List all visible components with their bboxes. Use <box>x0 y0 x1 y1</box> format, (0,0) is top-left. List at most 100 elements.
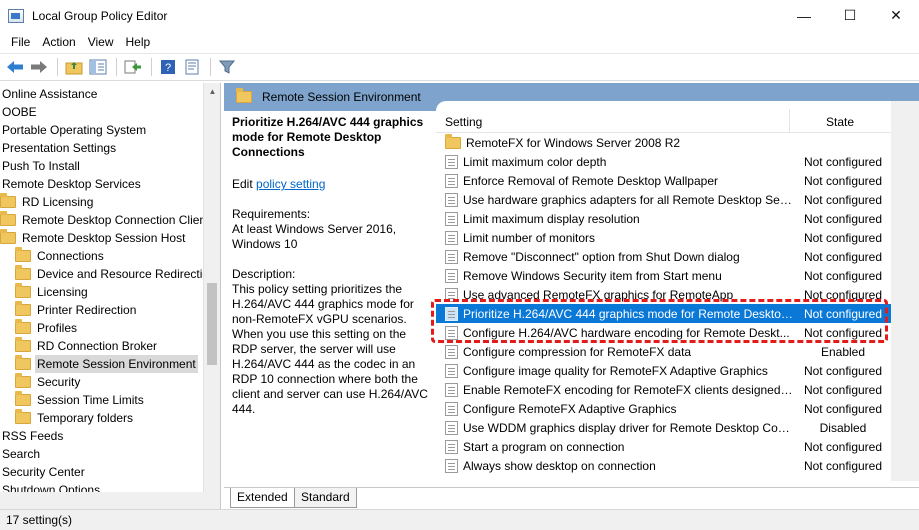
tree-item[interactable]: Temporary folders <box>15 409 135 427</box>
folder-up-icon[interactable] <box>63 56 85 78</box>
tree-item[interactable]: RSS Feeds <box>0 427 65 445</box>
list-item-selected[interactable]: Prioritize H.264/AVC 444 graphics mode f… <box>436 304 897 323</box>
scroll-up-arrow-icon[interactable]: ▲ <box>204 83 220 100</box>
scroll-thumb[interactable] <box>207 283 217 365</box>
edit-line: Edit policy setting <box>232 177 428 192</box>
list-item[interactable]: Limit maximum color depth Not configured <box>436 152 897 171</box>
tree-item[interactable]: RD Licensing <box>0 193 95 211</box>
tree-item[interactable]: Remote Desktop Session Host <box>0 229 187 247</box>
column-divider[interactable] <box>789 109 790 133</box>
setting-name: Configure RemoteFX Adaptive Graphics <box>463 401 677 416</box>
policy-setting-icon <box>445 401 458 416</box>
policy-setting-icon <box>445 249 458 264</box>
forward-icon[interactable] <box>28 56 50 78</box>
tree-item-label: Remote Desktop Services <box>2 177 141 191</box>
tree-item[interactable]: Security <box>15 373 82 391</box>
folder-icon <box>15 373 31 388</box>
help-icon[interactable]: ? <box>157 56 179 78</box>
setting-state: Not configured <box>803 458 883 473</box>
tree-item-label: RD Connection Broker <box>37 339 158 353</box>
tree-vertical-scrollbar[interactable]: ▲ <box>203 83 220 509</box>
properties-icon[interactable] <box>181 56 203 78</box>
tab-standard[interactable]: Standard <box>294 488 357 508</box>
tree-item[interactable]: Profiles <box>15 319 79 337</box>
tree-item[interactable]: Online Assistance <box>0 85 99 103</box>
close-button[interactable]: ✕ <box>873 0 919 31</box>
tree-item[interactable]: Printer Redirection <box>15 301 138 319</box>
folder-icon <box>15 391 31 406</box>
folder-icon <box>0 211 16 226</box>
tree-item[interactable]: Licensing <box>15 283 90 301</box>
requirements-text: At least Windows Server 2016, Windows 10 <box>232 222 397 251</box>
settings-list: Setting State RemoteFX for Windows Serve… <box>436 101 919 481</box>
policy-editor-icon <box>8 8 24 23</box>
list-item[interactable]: Enforce Removal of Remote Desktop Wallpa… <box>436 171 897 190</box>
setting-name: Limit maximum display resolution <box>463 211 640 226</box>
tree-item[interactable]: Presentation Settings <box>0 139 118 157</box>
tree-item-remote-session-environment[interactable]: Remote Session Environment <box>15 355 198 373</box>
minimize-button[interactable]: — <box>781 0 827 31</box>
list-item[interactable]: Configure image quality for RemoteFX Ada… <box>436 361 897 380</box>
column-setting[interactable]: Setting <box>445 115 482 129</box>
list-item[interactable]: Use WDDM graphics display driver for Rem… <box>436 418 897 437</box>
description-pane: Prioritize H.264/AVC 444 graphics mode f… <box>224 111 436 481</box>
tree-item[interactable]: Session Time Limits <box>15 391 146 409</box>
tree-item-label: Remote Session Environment <box>35 355 198 373</box>
tree-horizontal-scrollbar[interactable] <box>0 492 204 509</box>
tree-item[interactable]: RD Connection Broker <box>15 337 159 355</box>
list-item[interactable]: Remove Windows Security item from Start … <box>436 266 897 285</box>
list-item[interactable]: Always show desktop on connection Not con… <box>436 456 897 475</box>
list-item-folder[interactable]: RemoteFX for Windows Server 2008 R2 <box>436 133 897 152</box>
menu-action[interactable]: Action <box>36 35 81 49</box>
back-icon[interactable] <box>4 56 26 78</box>
setting-state: Not configured <box>803 401 883 416</box>
tree-item[interactable]: Portable Operating System <box>0 121 148 139</box>
setting-name: Use hardware graphics adapters for all R… <box>463 192 793 207</box>
menu-view[interactable]: View <box>82 35 120 49</box>
folder-icon <box>0 193 16 208</box>
list-item[interactable]: Limit number of monitors Not configured <box>436 228 897 247</box>
tree-item-label: OOBE <box>2 105 37 119</box>
list-item[interactable]: Start a program on connection Not configu… <box>436 437 897 456</box>
settings-pane: Remote Session Environment Prioritize H.… <box>224 83 919 509</box>
folder-open-icon <box>15 355 31 370</box>
description-label: Description: <box>232 267 296 281</box>
tab-extended[interactable]: Extended <box>230 488 295 508</box>
list-item[interactable]: Enable RemoteFX encoding for RemoteFX cl… <box>436 380 897 399</box>
tree-item[interactable]: Push To Install <box>0 157 82 175</box>
list-item[interactable]: Use advanced RemoteFX graphics for Remot… <box>436 285 897 304</box>
setting-name: Configure compression for RemoteFX data <box>463 344 692 359</box>
folder-icon <box>15 301 31 316</box>
list-item[interactable]: Configure compression for RemoteFX data E… <box>436 342 897 361</box>
toolbar-separator <box>57 58 58 76</box>
list-item[interactable]: Limit maximum display resolution Not conf… <box>436 209 897 228</box>
maximize-button[interactable]: ☐ <box>827 0 873 31</box>
section-title: Remote Session Environment <box>262 90 421 104</box>
menu-bar: File Action View Help <box>0 31 919 53</box>
column-state[interactable]: State <box>826 115 854 129</box>
policy-setting-icon <box>445 439 458 454</box>
menu-help[interactable]: Help <box>120 35 157 49</box>
tree-item[interactable]: OOBE <box>0 103 39 121</box>
tree-item[interactable]: Security Center <box>0 463 87 481</box>
toolbar-separator <box>116 58 117 76</box>
tree-item[interactable]: Remote Desktop Connection Client <box>0 211 211 229</box>
show-hide-tree-icon[interactable] <box>87 56 109 78</box>
filter-icon[interactable] <box>216 56 238 78</box>
tree-item[interactable]: Search <box>0 445 42 463</box>
list-vertical-scrollbar[interactable] <box>891 101 919 481</box>
menu-file[interactable]: File <box>5 35 36 49</box>
list-item[interactable]: Configure H.264/AVC hardware encoding fo… <box>436 323 897 342</box>
list-item[interactable]: Configure RemoteFX Adaptive Graphics Not … <box>436 399 897 418</box>
list-item[interactable]: Use hardware graphics adapters for all R… <box>436 190 897 209</box>
list-item[interactable]: Remove "Disconnect" option from Shut Dow… <box>436 247 897 266</box>
setting-name: Always show desktop on connection <box>463 458 656 473</box>
export-list-icon[interactable] <box>122 56 144 78</box>
tree-item-label: Security <box>37 375 81 389</box>
policy-tree-pane: Online Assistance OOBE Portable Operatin… <box>0 83 221 509</box>
policy-setting-link[interactable]: policy setting <box>256 177 325 191</box>
tree-item[interactable]: Device and Resource Redirection <box>15 265 218 283</box>
tree-item[interactable]: Connections <box>15 247 106 265</box>
setting-name: Remove "Disconnect" option from Shut Dow… <box>463 249 740 264</box>
tree-item[interactable]: Remote Desktop Services <box>0 175 143 193</box>
